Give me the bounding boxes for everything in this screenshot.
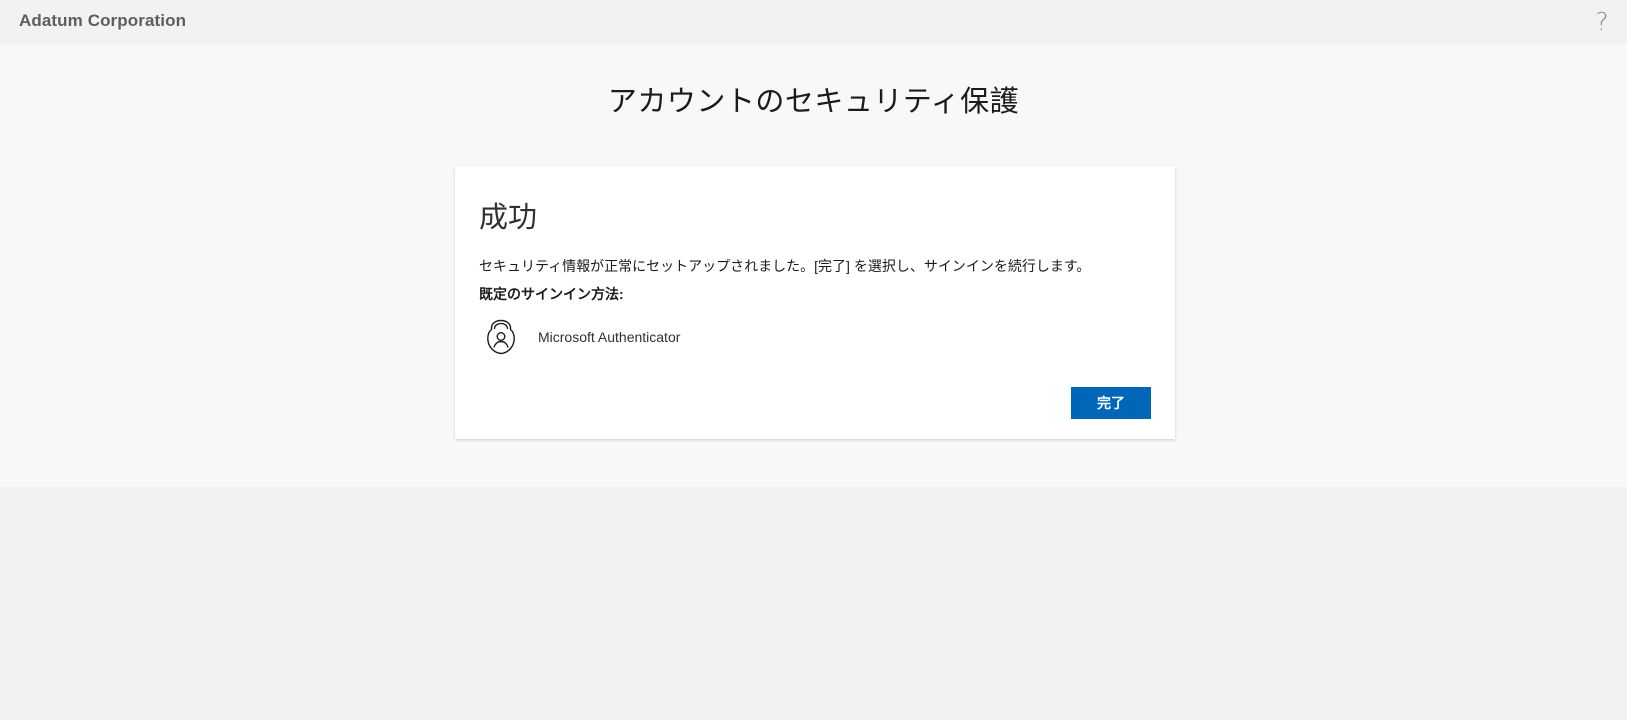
page-title: アカウントのセキュリティ保護	[607, 86, 1020, 118]
success-card: 成功 セキュリティ情報が正常にセットアップされました。[完了] を選択し、サイン…	[455, 166, 1175, 439]
main-content: アカウントのセキュリティ保護 成功 セキュリティ情報が正常にセットアップされまし…	[0, 45, 1627, 487]
method-name: Microsoft Authenticator	[538, 329, 681, 345]
top-bar: Adatum Corporation ?	[0, 0, 1627, 45]
card-title: 成功	[479, 202, 538, 234]
done-button[interactable]: 完了	[1071, 387, 1151, 419]
default-method-label: 既定のサインイン方法:	[479, 286, 624, 302]
authenticator-icon	[487, 319, 515, 355]
organization-name: Adatum Corporation	[19, 11, 187, 30]
success-message: セキュリティ情報が正常にセットアップされました。[完了] を選択し、サインインを…	[479, 258, 1091, 274]
help-icon[interactable]: ?	[1591, 6, 1613, 36]
default-method-row: Microsoft Authenticator	[486, 319, 680, 355]
